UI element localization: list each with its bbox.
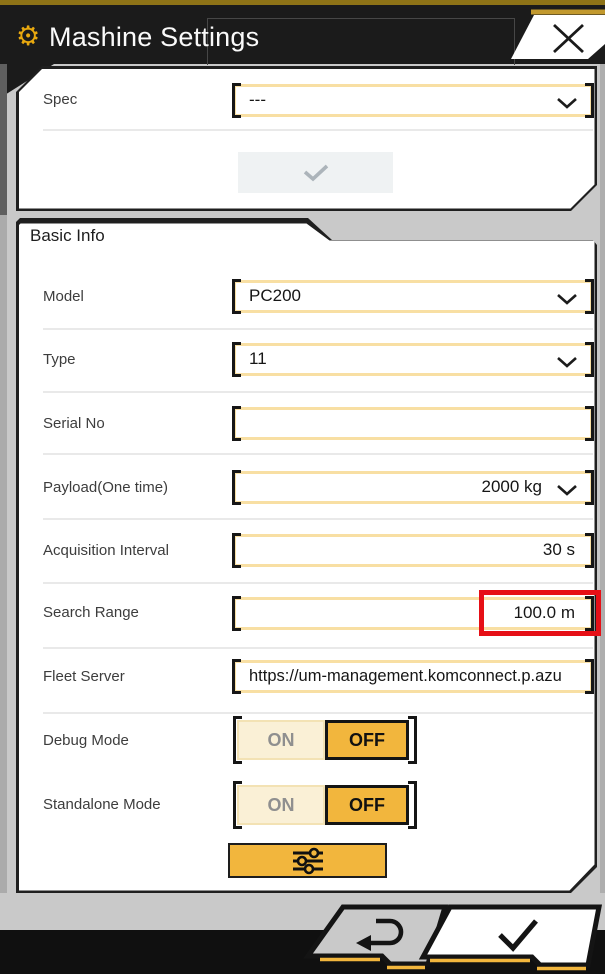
divider [43,391,593,393]
chevron-down-icon [556,97,578,110]
toggle-bracket-left [233,716,242,764]
close-button-shape [511,15,605,59]
chevron-down-icon [556,484,578,497]
check-icon [302,163,330,182]
chevron-down-icon [556,356,578,369]
divider [43,518,593,520]
divider [43,328,593,330]
chevron-down-icon [556,293,578,306]
divider [43,647,593,649]
type-label: Type [43,351,76,368]
divider [43,453,593,455]
fleet-server-value: https://um-management.komconnect.p.azu [236,663,590,690]
payload-label: Payload(One time) [43,479,168,496]
spec-value: --- [236,87,590,114]
serial-no-label: Serial No [43,415,105,432]
right-edge-shade [600,64,605,893]
toggle-bracket-right [408,781,417,829]
payload-select[interactable]: 2000 kg [233,471,593,504]
model-label: Model [43,288,84,305]
advanced-settings-button[interactable] [228,843,387,878]
page-title: Mashine Settings [49,22,259,53]
left-edge-shade-lower [0,215,7,893]
annotation-highlight-box [479,590,601,636]
acquisition-interval-input[interactable]: 30 s [233,534,593,567]
spec-apply-button[interactable] [238,152,393,193]
acquisition-interval-value: 30 s [236,537,590,564]
standalone-mode-on-option[interactable]: ON [237,785,325,825]
debug-mode-on-option[interactable]: ON [237,720,325,760]
type-value: 11 [236,346,590,373]
divider [43,129,593,131]
model-select[interactable]: PC200 [233,280,593,313]
payload-value: 2000 kg [236,474,590,501]
basic-info-title: Basic Info [30,226,105,246]
standalone-mode-off-option[interactable]: OFF [325,785,409,825]
gear-icon: ⚙ [16,21,40,51]
acquisition-interval-label: Acquisition Interval [43,542,169,559]
fleet-server-input[interactable]: https://um-management.komconnect.p.azu [233,660,593,693]
spec-select[interactable]: --- [233,84,593,117]
divider [43,712,593,714]
debug-mode-toggle[interactable]: ON OFF [237,720,413,760]
sliders-icon [289,847,327,875]
left-edge-shade [0,64,7,215]
fleet-server-label: Fleet Server [43,668,125,685]
serial-no-input[interactable] [233,407,593,440]
close-button[interactable] [500,8,605,62]
search-range-label: Search Range [43,604,139,621]
model-value: PC200 [236,283,590,310]
serial-no-value [236,410,590,437]
divider [43,582,593,584]
type-select[interactable]: 11 [233,343,593,376]
standalone-mode-toggle[interactable]: ON OFF [237,785,413,825]
debug-mode-label: Debug Mode [43,732,129,749]
spec-label: Spec [43,91,77,108]
confirm-button[interactable] [423,907,599,969]
toggle-bracket-right [408,716,417,764]
toggle-bracket-left [233,781,242,829]
standalone-mode-label: Standalone Mode [43,796,161,813]
footer-buttons [290,895,605,974]
debug-mode-off-option[interactable]: OFF [325,720,409,760]
